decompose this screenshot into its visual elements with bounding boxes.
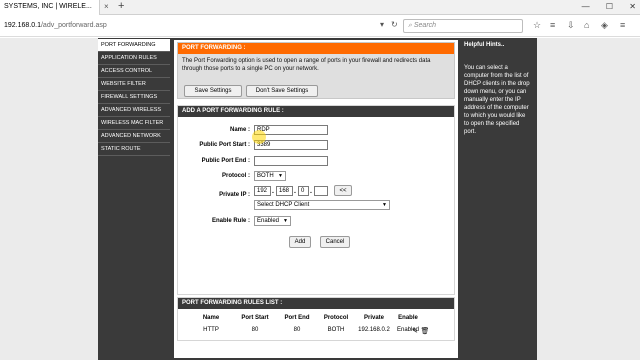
advanced-sidebar: PORT FORWARDING APPLICATION RULES ACCESS… [98,39,170,156]
add-rule-title: ADD A PORT FORWARDING RULE : [178,106,454,117]
enable-rule-value: Enabled [257,218,280,224]
cancel-button[interactable]: Cancel [320,236,350,248]
intro-title: PORT FORWARDING : [178,43,454,54]
sidebar-item-advanced-wireless[interactable]: ADVANCED WIRELESS [98,104,170,117]
dhcp-client-select[interactable]: Select DHCP Client ▼ [254,200,390,210]
close-window-icon[interactable]: ✕ [629,2,636,11]
page-margin-left [0,38,98,360]
browser-tab[interactable]: SYSTEMS, INC | WIRELE... [0,0,100,15]
browser-nav-bar: 192.168.0.1/adv_portforward.asp ▾ ↻ ⌕ Se… [0,15,640,37]
main-content: PORT FORWARDING : The Port Forwarding op… [174,40,458,358]
ip-octet-3[interactable]: 0 [298,186,309,196]
sidebar-item-website-filter[interactable]: WEBSITE FILTER [98,78,170,91]
window-controls: — ☐ ✕ [568,2,636,11]
sidebar-item-static-route[interactable]: STATIC ROUTE [98,143,170,156]
sidebar-item-firewall-settings[interactable]: FIREWALL SETTINGS [98,91,170,104]
sidebar-item-advanced-network[interactable]: ADVANCED NETWORK [98,130,170,143]
rules-list-title: PORT FORWARDING RULES LIST : [178,298,454,309]
port-forwarding-intro: PORT FORWARDING : The Port Forwarding op… [177,42,455,99]
column-header-name: Name [202,315,220,321]
helpful-hints-panel: Helpful Hints.. You can select a compute… [461,40,535,358]
public-port-end-field[interactable] [254,156,328,166]
chevron-down-icon: ▼ [382,202,387,208]
search-input[interactable]: ⌕ Search [403,19,523,33]
copy-ip-button[interactable]: << [334,185,352,196]
ip-dot: . [310,188,312,195]
ip-octet-4[interactable] [314,186,328,196]
reload-icon[interactable]: ↻ [391,20,398,29]
public-port-start-field[interactable]: 3389 [254,140,328,150]
home-icon[interactable]: ⌂ [584,20,589,30]
search-icon: ⌕ [408,22,412,29]
sidebar-item-application-rules[interactable]: APPLICATION RULES [98,52,170,65]
delete-icon[interactable]: 🗑 [420,327,430,335]
pocket-icon[interactable]: ◈ [601,20,608,31]
private-ip-label: Private IP : [219,192,250,198]
ip-dot: . [272,188,274,195]
add-button[interactable]: Add [289,236,311,248]
dropdown-icon[interactable]: ▾ [380,20,384,29]
sidebar-item-wireless-mac-filter[interactable]: WIRELESS MAC FILTER [98,117,170,130]
dhcp-client-value: Select DHCP Client [257,202,310,208]
enable-rule-label: Enable Rule : [211,218,250,224]
menu-icon[interactable]: ≡ [620,20,625,30]
search-placeholder: Search [413,22,437,29]
add-rule-panel: ADD A PORT FORWARDING RULE : Name : RDP … [177,105,455,295]
hints-body: You can select a computer from the list … [464,65,530,135]
chevron-down-icon: ▼ [278,173,283,179]
row-name-cell: HTTP [203,327,219,333]
edit-icon[interactable]: ✎ [410,327,420,335]
new-tab-button[interactable]: + [118,0,124,12]
protocol-select[interactable]: BOTH ▼ [254,171,286,181]
dont-save-settings-button[interactable]: Don't Save Settings [246,85,318,97]
url-path: /adv_portforward.asp [40,22,107,29]
address-bar[interactable]: 192.168.0.1/adv_portforward.asp [2,19,396,33]
row-port-start-cell: 80 [251,327,259,333]
download-icon[interactable]: ⇩ [567,20,575,31]
name-label: Name : [229,127,250,133]
browser-tab-bar: SYSTEMS, INC | WIRELE... × + — ☐ ✕ [0,0,640,15]
public-port-start-label: Public Port Start : [199,142,250,148]
rules-list-panel: PORT FORWARDING RULES LIST : Name Port S… [177,297,455,341]
page-margin-right [537,38,640,360]
chevron-down-icon: ▼ [283,218,288,224]
sidebar-item-access-control[interactable]: ACCESS CONTROL [98,65,170,78]
url-host: 192.168.0.1 [4,22,41,29]
sidebar-item-port-forwarding[interactable]: PORT FORWARDING [98,39,170,52]
ip-octet-1[interactable]: 192 [254,186,271,196]
tab-close-icon[interactable]: × [104,2,109,11]
intro-text: The Port Forwarding option is used to op… [182,58,431,72]
mouse-cursor-highlight [252,130,266,144]
column-header-enable: Enable [398,315,418,321]
public-port-end-label: Public Port End : [201,158,250,164]
maximize-icon[interactable]: ☐ [606,2,613,11]
minimize-icon[interactable]: — [582,2,590,11]
ip-octet-2[interactable]: 168 [276,186,293,196]
reading-list-icon[interactable]: ≡ [550,20,555,30]
ip-dot: . [294,188,296,195]
save-settings-button[interactable]: Save Settings [184,85,242,97]
star-icon[interactable]: ☆ [533,20,541,31]
column-header-port-start: Port Start [241,315,269,321]
hints-title: Helpful Hints.. [464,42,505,48]
enable-rule-select[interactable]: Enabled ▼ [254,216,291,226]
protocol-value: BOTH [257,173,274,179]
protocol-label: Protocol : [222,173,250,179]
